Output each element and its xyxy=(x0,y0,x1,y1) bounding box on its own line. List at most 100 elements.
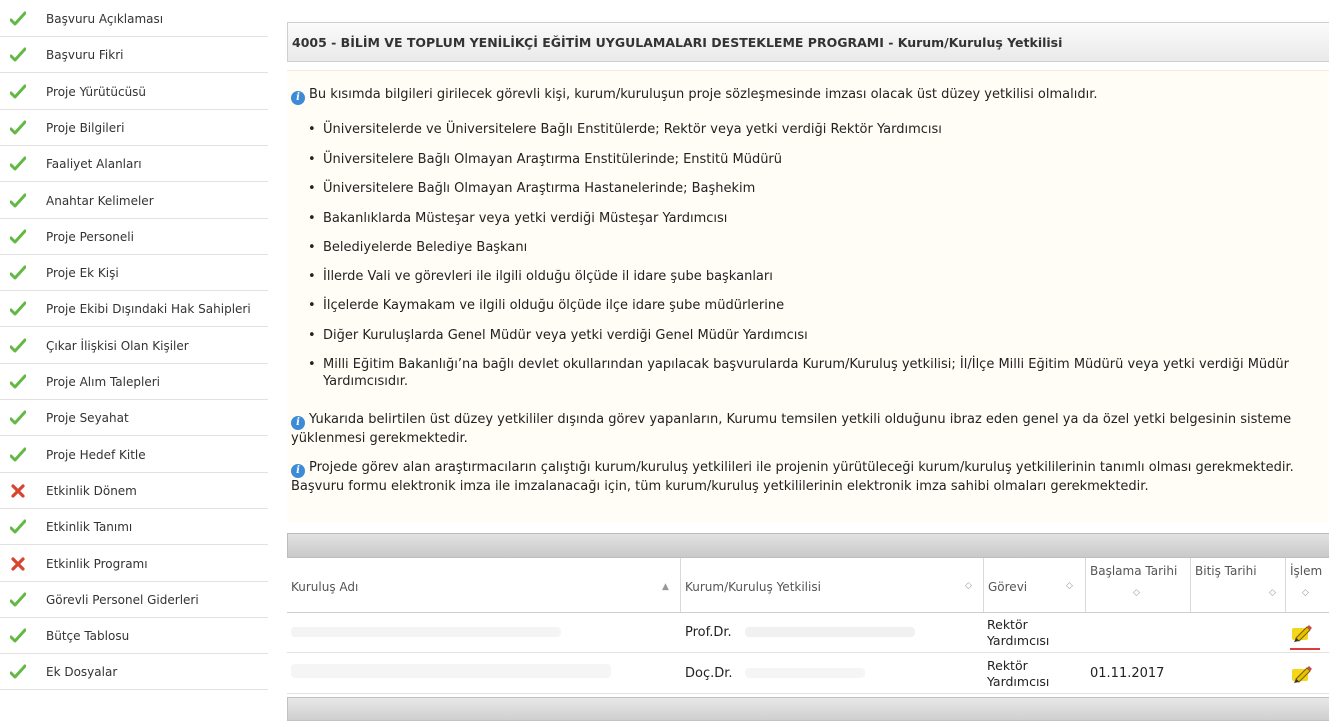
sidebar-item[interactable]: Bütçe Tablosu xyxy=(0,619,268,655)
column-header-bitis[interactable]: Bitiş Tarihi ◇ xyxy=(1191,558,1286,612)
bullet-dot: • xyxy=(308,152,316,167)
sort-icon: ◇ xyxy=(1269,588,1276,598)
sidebar-item[interactable]: Etkinlik Dönem xyxy=(0,474,268,509)
redacted-text xyxy=(291,627,561,637)
bullet-dot: • xyxy=(308,269,316,284)
sidebar-item[interactable]: Etkinlik Programı xyxy=(0,547,268,582)
sidebar-item[interactable]: Görevli Personel Giderleri xyxy=(0,583,268,618)
sidebar-item[interactable]: Başvuru Açıklaması xyxy=(0,2,268,37)
bullet-item: • Diğer Kuruluşlarda Genel Müdür veya yet… xyxy=(308,327,1313,344)
sidebar-item-label: Proje Personeli xyxy=(46,229,134,244)
page-title-bar: 4005 - BİLİM VE TOPLUM YENİLİKÇİ EĞİTİM … xyxy=(287,22,1329,62)
sidebar-item-label: Proje Ekibi Dışındaki Hak Sahipleri xyxy=(46,302,251,317)
column-header-gorevi[interactable]: Görevi ◇ xyxy=(984,558,1086,612)
sidebar-item[interactable]: Çıkar İlişkisi Olan Kişiler xyxy=(0,329,268,364)
grid-pager xyxy=(287,697,1329,721)
sidebar-item[interactable]: Etkinlik Tanımı xyxy=(0,510,268,546)
cell-yetkili: Doç.Dr. xyxy=(685,654,975,694)
info-note-2-text: Projede görev alan araştırmacıların çalı… xyxy=(291,460,1294,494)
sidebar-item-label: Bütçe Tablosu xyxy=(46,629,130,644)
green-check-icon xyxy=(10,156,26,172)
bullet-text: Bakanlıklarda Müsteşar veya yetki verdiğ… xyxy=(323,211,728,226)
cell-gorevi: Rektör Yardımcısı xyxy=(987,617,1050,648)
bullet-text: Diğer Kuruluşlarda Genel Müdür veya yetk… xyxy=(323,328,808,343)
bullet-text: Belediyelerde Belediye Başkanı xyxy=(323,240,528,255)
sidebar-item[interactable]: Proje Ekibi Dışındaki Hak Sahipleri xyxy=(0,292,268,328)
sidebar-item[interactable]: Proje Alım Talepleri xyxy=(0,365,268,400)
column-header-yetkili[interactable]: Kurum/Kuruluş Yetkilisi ◇ xyxy=(681,558,984,612)
column-label: Başlama Tarihi xyxy=(1090,564,1178,578)
sidebar-item-label: Çıkar İlişkisi Olan Kişiler xyxy=(46,338,189,353)
cell-bitis xyxy=(1195,613,1285,653)
bullet-text: İllerde Vali ve görevleri ile ilgili old… xyxy=(323,269,773,284)
sidebar-item-label: Proje Ek Kişi xyxy=(46,266,119,281)
sort-asc-icon: ▲ xyxy=(662,582,669,592)
sidebar-item[interactable]: Proje Yürütücüsü xyxy=(0,75,268,110)
bullet-text: İlçelerde Kaymakam ve ilgili olduğu ölçü… xyxy=(323,298,785,313)
grid-column-headers: Kuruluş Adı ▲ Kurum/Kuruluş Yetkilisi ◇ … xyxy=(287,558,1329,613)
bullet-text: Üniversitelerde ve Üniversitelere Bağlı … xyxy=(323,122,942,137)
edit-underline xyxy=(1290,648,1320,650)
bullet-text: Milli Eğitim Bakanlığı’na bağlı devlet o… xyxy=(323,357,1290,389)
cell-yetkili: Prof.Dr. xyxy=(685,613,975,653)
cell-baslama: 01.11.2017 xyxy=(1090,666,1165,681)
column-header-baslama[interactable]: Başlama Tarihi ◇ xyxy=(1086,558,1191,612)
sidebar-item[interactable]: Proje Seyahat xyxy=(0,401,268,437)
info-intro: i Bu kısımda bilgileri girilecek görevli … xyxy=(291,86,1321,105)
sort-icon: ◇ xyxy=(1133,588,1140,598)
sidebar-item-label: Faaliyet Alanları xyxy=(46,157,142,172)
redacted-text xyxy=(745,668,865,678)
sidebar-item-label: Proje Yürütücüsü xyxy=(46,84,147,99)
bullet-text: Üniversitelere Bağlı Olmayan Araştırma E… xyxy=(323,152,783,167)
green-check-icon xyxy=(10,592,26,608)
bullet-dot: • xyxy=(308,181,316,196)
sidebar-item[interactable]: Proje Ek Kişi xyxy=(0,256,268,292)
pencil-edit-icon[interactable] xyxy=(1290,663,1312,685)
bullet-item: • Üniversitelerde ve Üniversitelere Bağlı… xyxy=(308,121,1313,138)
info-intro-text: Bu kısımda bilgileri girilecek görevli k… xyxy=(309,87,1098,102)
sidebar-item[interactable]: Başvuru Fikri xyxy=(0,38,268,74)
sidebar-item-label: Proje Seyahat xyxy=(46,411,129,426)
sidebar-item[interactable]: Proje Bilgileri xyxy=(0,111,268,146)
sidebar-item[interactable]: Proje Hedef Kitle xyxy=(0,438,268,473)
sidebar-nav: Başvuru Açıklaması Başvuru Fikri Proje Yür… xyxy=(0,0,268,721)
info-panel: i Bu kısımda bilgileri girilecek görevli … xyxy=(287,70,1329,522)
green-check-icon xyxy=(10,519,26,535)
green-check-icon xyxy=(10,84,26,100)
table-row[interactable]: Doç.Dr. Rektör Yardımcısı 01.11.2017 xyxy=(287,654,1329,694)
bullet-dot: • xyxy=(308,122,316,137)
bullet-dot: • xyxy=(308,211,316,226)
info-icon: i xyxy=(291,464,305,478)
bullet-item: • Üniversitelere Bağlı Olmayan Araştırma … xyxy=(308,151,1313,168)
column-header-islem[interactable]: İşlem ◇ xyxy=(1286,558,1329,612)
green-check-icon xyxy=(10,120,26,136)
sidebar-item[interactable]: Anahtar Kelimeler xyxy=(0,184,268,219)
column-header-kurulus-adi[interactable]: Kuruluş Adı ▲ xyxy=(287,558,681,612)
bullet-dot: • xyxy=(308,357,316,372)
sidebar-item-label: Anahtar Kelimeler xyxy=(46,193,154,208)
column-label: İşlem xyxy=(1290,564,1323,578)
sidebar-item-label: Etkinlik Tanımı xyxy=(46,520,133,535)
sort-icon: ◇ xyxy=(965,581,972,591)
table-row[interactable]: Prof.Dr. Rektör Yardımcısı xyxy=(287,613,1329,653)
info-note-1-text: Yukarıda belirtilen üst düzey yetkililer… xyxy=(291,412,1292,446)
cell-baslama xyxy=(1090,613,1185,653)
sidebar-item[interactable]: Proje Personeli xyxy=(0,220,268,255)
sort-icon: ◇ xyxy=(1066,581,1073,591)
column-label: Görevi xyxy=(988,580,1028,594)
column-label: Kurum/Kuruluş Yetkilisi xyxy=(685,580,821,594)
pencil-edit-icon[interactable] xyxy=(1290,622,1312,644)
red-x-icon xyxy=(10,556,26,572)
sidebar-item-label: Proje Alım Talepleri xyxy=(46,375,160,389)
green-check-icon xyxy=(10,47,26,63)
sidebar-item[interactable]: Ek Dosyalar xyxy=(0,655,268,691)
sidebar-item[interactable]: Faaliyet Alanları xyxy=(0,147,268,183)
green-check-icon xyxy=(10,374,26,390)
bullet-text: Üniversitelere Bağlı Olmayan Araştırma H… xyxy=(323,181,756,196)
cell-gorevi: Rektör Yardımcısı xyxy=(987,658,1050,689)
sidebar-item-label: Etkinlik Dönem xyxy=(46,483,137,498)
green-check-icon xyxy=(10,447,26,463)
green-check-icon xyxy=(10,11,26,27)
bullet-item: • Milli Eğitim Bakanlığı’na bağlı devlet … xyxy=(308,356,1313,390)
info-note-1: i Yukarıda belirtilen üst düzey yetkilile… xyxy=(291,411,1321,447)
